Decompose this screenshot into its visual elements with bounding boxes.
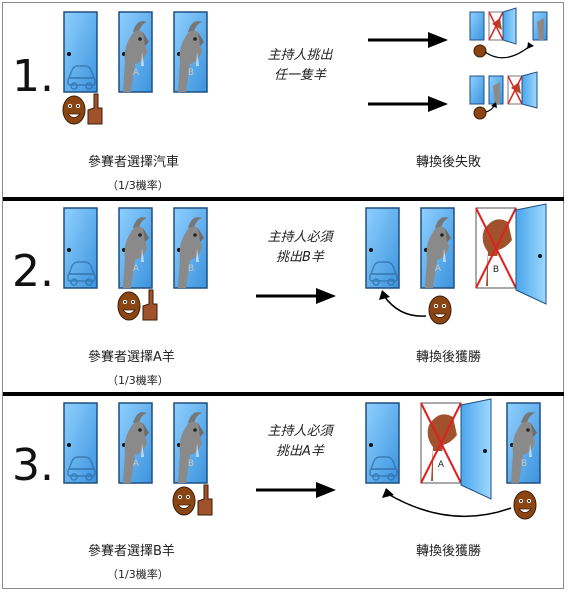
row-3-goat-b-label: B (188, 459, 194, 469)
row-1-goat-b-label: B (188, 68, 194, 78)
row-3-result-goat-a-label: A (438, 460, 445, 470)
row-3-result-door-goat-b: B (506, 402, 541, 484)
row-1-arrow-top (368, 32, 448, 48)
row-1-result-top (469, 7, 548, 59)
row-2-door-car (63, 207, 98, 289)
row-3-pointing-hand (197, 484, 213, 516)
row-2-result-goat-a-label: A (435, 264, 442, 274)
row-3-result-face (513, 490, 537, 520)
row-2-goat-a-label: A (133, 264, 140, 274)
row-3-door-goat-a: A (118, 402, 153, 484)
row-1-result-bottom (469, 71, 538, 120)
row-1-door-car (63, 11, 98, 93)
row-2-contestant-face (117, 291, 141, 321)
row-1-pointing-hand (87, 93, 103, 125)
row-3-door-goat-b: B (173, 402, 208, 484)
row-3-doors: A B (63, 402, 208, 484)
row-3-contestant-face (172, 486, 196, 516)
row-1-contestant-face (62, 95, 86, 125)
row-2-pointing-hand (142, 289, 158, 321)
row-1-door-goat-a: A (118, 11, 153, 93)
row-2-door-goat-b: B (173, 207, 208, 289)
row-1-goat-a-label: A (133, 68, 140, 78)
diagram-artwork: A B A B A B A B A B (62, 7, 548, 520)
row-2-arrow (256, 288, 336, 304)
row-2-result-goat-b-label: B (493, 265, 499, 275)
row-3-door-car (63, 402, 98, 484)
row-2-doors: A B (63, 207, 208, 289)
row-3-goat-a-label: A (133, 459, 140, 469)
row-1-arrow-bottom (368, 96, 448, 112)
row-3-result: A B (365, 398, 541, 520)
row-2-goat-b-label: B (188, 264, 194, 274)
row-3-arrow (256, 482, 336, 498)
row-3-result-goat-b-label: B (521, 459, 527, 469)
row-1-doors: A B (63, 11, 208, 93)
row-2-result-face (428, 295, 452, 325)
row-2-door-goat-a: A (118, 207, 153, 289)
row-2-result: A B (365, 203, 547, 325)
row-2-result-door-car (365, 207, 400, 289)
row-3-result-door-car (365, 402, 400, 484)
row-1-door-goat-b: B (173, 11, 208, 93)
row-2-result-door-goat-a: A (420, 207, 455, 289)
